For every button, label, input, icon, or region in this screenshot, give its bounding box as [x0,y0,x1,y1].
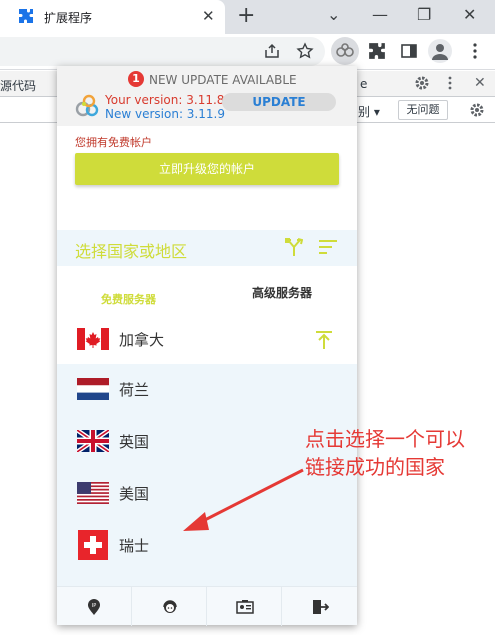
id-card-icon [236,600,254,614]
devtools-tab-partial[interactable]: e [360,77,367,91]
annotation-line-1: 点击选择一个可以 [305,427,465,451]
pin-to-top-icon[interactable] [315,330,333,350]
footer-ip-button[interactable]: IP [57,587,132,626]
country-name: 瑞士 [119,537,150,555]
svg-text:IP: IP [92,603,97,609]
footer-support-button[interactable] [132,587,207,626]
free-account-notice: 您拥有免费帐户 [75,136,152,149]
netherlands-flag-icon [77,378,109,400]
extensions-puzzle-icon[interactable] [368,42,386,64]
route-fork-icon[interactable] [285,237,303,257]
bookmark-star-icon[interactable] [296,42,314,64]
console-settings-gear-icon[interactable] [469,102,485,122]
share-icon[interactable] [263,42,281,64]
minimize-button[interactable]: — [372,5,388,25]
usa-flag-icon [77,482,109,504]
tab-extensions[interactable]: 扩展程序 ✕ [0,0,225,34]
country-row-canada[interactable]: 加拿大 [57,314,357,364]
restore-button[interactable]: ❐ [417,5,431,25]
chrome-menu-icon[interactable] [466,42,484,64]
upgrade-account-button[interactable]: 立即升级您的帐户 [75,153,339,185]
tab-strip: 扩展程序 ✕ + ⌄ — ❐ ✕ [0,0,495,34]
current-version-text: Your version: 3.11.8 [105,93,225,107]
tab-close-icon[interactable]: ✕ [202,7,215,25]
update-count-badge: 1 [128,71,144,87]
profile-avatar[interactable] [428,39,452,63]
new-tab-button[interactable]: + [237,3,255,29]
support-agent-icon [163,600,177,613]
close-window-button[interactable]: ✕ [463,5,476,25]
new-update-label: NEW UPDATE AVAILABLE [149,73,297,87]
devtools-tab-sources[interactable]: 源代码 [0,77,36,94]
issues-button[interactable]: 无问题 [398,100,448,120]
switzerland-flag-icon [78,530,108,560]
annotation-callout: 点击选择一个可以 链接成功的国家 [305,425,490,481]
footer-logout-button[interactable] [282,587,357,626]
uk-flag-icon [77,430,109,452]
footer-account-button[interactable] [207,587,282,626]
annotation-line-2: 链接成功的国家 [305,455,445,479]
tab-free-servers[interactable]: 免费服务器 [101,291,156,307]
tab-premium-servers[interactable]: 高级服务器 [252,284,312,301]
update-button[interactable]: UPDATE [222,93,336,111]
vpn-extension-button[interactable] [331,37,359,65]
country-row-netherlands[interactable]: 荷兰 [57,364,357,414]
tab-search-chevron-icon[interactable]: ⌄ [327,5,340,25]
update-banner: 1 NEW UPDATE AVAILABLE Your version: 3.1… [57,66,357,126]
country-name: 英国 [119,433,150,451]
devtools-settings-gear-icon[interactable] [414,75,430,95]
side-panel-icon[interactable] [400,42,418,64]
browser-toolbar [0,34,495,70]
log-level-select[interactable]: 别 ▾ [358,103,380,120]
country-name: 荷兰 [119,381,150,399]
country-name: 美国 [119,485,150,503]
popup-footer-nav: IP [57,586,357,626]
vpn-extension-popup: 1 NEW UPDATE AVAILABLE Your version: 3.1… [57,66,357,626]
annotation-arrow-icon [183,468,304,531]
country-select-placeholder: 选择国家或地区 [75,242,188,261]
new-version-text: New version: 3.11.9 [105,107,225,121]
tab-title: 扩展程序 [44,11,93,25]
country-name: 加拿大 [119,331,165,349]
country-select-bar[interactable]: 选择国家或地区 [57,230,357,266]
sort-list-icon[interactable] [319,239,337,255]
ip-location-icon: IP [88,599,100,615]
devtools-more-icon[interactable] [447,75,453,95]
puzzle-icon [18,8,34,24]
vpn-logo-icon [75,94,99,117]
logout-icon [313,600,329,614]
canada-flag-icon [77,328,109,350]
devtools-close-icon[interactable]: ✕ [474,75,486,91]
